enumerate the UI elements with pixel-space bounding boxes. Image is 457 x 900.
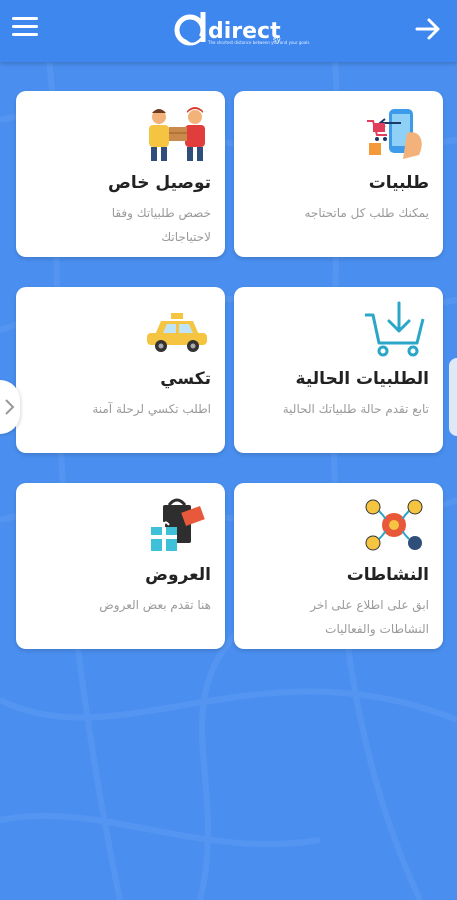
right-edge-handle[interactable] [449, 358, 457, 436]
card-orders[interactable]: طلبيات يمكنك طلب كل ماتحتاجه [234, 91, 443, 257]
taxi-car-icon [147, 313, 207, 352]
card-title: النشاطات [346, 565, 429, 585]
card-description: ابق على اطلاع على اخر النشاطات والفعاليا… [310, 598, 429, 636]
card-title: العروض [145, 565, 211, 585]
gift-bags-icon [151, 498, 205, 551]
gears-activities-icon [365, 499, 423, 551]
card-description: تابع تقدم حالة طلبياتك الحالية [282, 402, 429, 416]
logo-tagline: The shortest distance between you and yo… [208, 40, 310, 45]
app-bar: direct sy The shortest distance between … [0, 0, 457, 62]
card-private-delivery[interactable]: توصيل خاص خصص طلبياتك وفقا لاحتياجاتك [16, 91, 225, 257]
hamburger-menu-icon [12, 17, 38, 20]
card-description: خصص طلبياتك وفقا لاحتياجاتك [111, 206, 211, 244]
arrow-right-icon [415, 18, 440, 40]
card-description: اطلب تكسي لرحلة آمنة [92, 402, 211, 416]
card-activities[interactable]: النشاطات ابق على اطلاع على اخر النشاطات … [234, 483, 443, 649]
card-description: هنا تقدم بعض العروض [99, 598, 211, 612]
shopping-cart-icon [365, 301, 425, 357]
chevron-right-icon [5, 399, 15, 415]
app-logo: direct sy The shortest distance between … [174, 8, 309, 54]
card-taxi[interactable]: تكسي اطلب تكسي لرحلة آمنة [16, 287, 225, 453]
card-title: طلبيات [368, 173, 429, 193]
card-title: توصيل خاص [107, 173, 211, 193]
phone-cart-icon [367, 109, 422, 159]
card-current-orders[interactable]: الطلبيات الحالية تابع تقدم حالة طلبياتك … [234, 287, 443, 453]
card-title: تكسي [160, 369, 211, 389]
card-description: يمكنك طلب كل ماتحتاجه [304, 206, 430, 220]
card-offers[interactable]: العروض هنا تقدم بعض العروض [16, 483, 225, 649]
forward-button[interactable] [413, 14, 443, 44]
card-title: الطلبيات الحالية [295, 369, 429, 389]
delivery-handover-icon [149, 107, 205, 161]
menu-button[interactable] [12, 17, 38, 41]
